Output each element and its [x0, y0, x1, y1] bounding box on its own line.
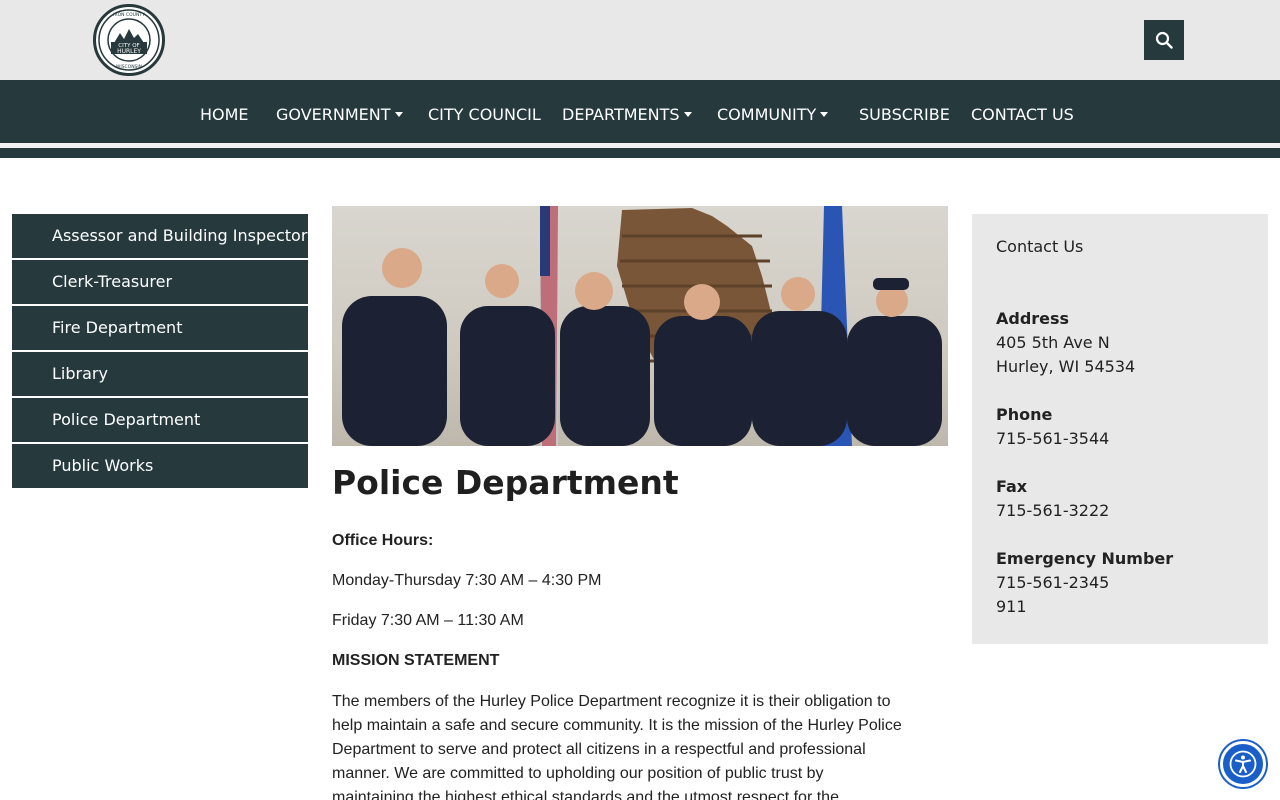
sidebar-item-fire-department[interactable]: Fire Department — [12, 306, 308, 350]
nav-subscribe[interactable]: SUBSCRIBE — [859, 104, 950, 126]
mission-line: maintaining the highest ethical standard… — [332, 789, 839, 800]
mission-line: Department to serve and protect all citi… — [332, 741, 866, 758]
nav-departments[interactable]: DEPARTMENTS — [562, 104, 692, 126]
nav-city-council-label: CITY COUNCIL — [428, 105, 541, 124]
search-icon — [1155, 31, 1173, 49]
nav-contact-us-label: CONTACT US — [971, 105, 1074, 124]
hours-weekday: Monday-Thursday 7:30 AM – 4:30 PM — [332, 572, 602, 589]
city-seal-icon: CITY OF HURLEY IRON COUNTY WISCONSIN — [98, 9, 160, 71]
chevron-down-icon — [394, 111, 403, 117]
chevron-down-icon — [820, 111, 829, 117]
sidebar-item-library[interactable]: Library — [12, 352, 308, 396]
mission-line: help maintain a safe and secure communit… — [332, 717, 902, 734]
nav-contact-us[interactable]: CONTACT US — [971, 104, 1074, 126]
mission-statement-text: The members of the Hurley Police Departm… — [332, 690, 948, 800]
address-label: Address — [996, 309, 1070, 328]
svg-text:IRON COUNTY: IRON COUNTY — [113, 12, 145, 18]
nav-home[interactable]: HOME — [200, 104, 249, 126]
phone-number[interactable]: 715-561-3544 — [996, 427, 1109, 451]
nav-government[interactable]: GOVERNMENT — [276, 104, 403, 126]
emergency-number[interactable]: 715-561-2345 — [996, 571, 1109, 595]
svg-text:WISCONSIN: WISCONSIN — [116, 64, 142, 70]
nav-government-label: GOVERNMENT — [276, 105, 391, 124]
police-team-photo — [332, 206, 948, 446]
accessibility-icon — [1229, 750, 1257, 778]
sidebar-item-public-works[interactable]: Public Works — [12, 444, 308, 488]
sidebar-item-police-department[interactable]: Police Department — [12, 398, 308, 442]
nav-underline — [0, 148, 1280, 158]
address-line2: Hurley, WI 54534 — [996, 357, 1136, 376]
nav-city-council[interactable]: CITY COUNCIL — [428, 104, 541, 126]
phone-label: Phone — [996, 405, 1053, 424]
mission-line: manner. We are committed to upholding ou… — [332, 765, 824, 782]
emergency-911[interactable]: 911 — [996, 595, 1027, 619]
hours-friday: Friday 7:30 AM – 11:30 AM — [332, 612, 524, 629]
office-hours-label: Office Hours: — [332, 532, 434, 549]
sidebar-item-clerk-treasurer[interactable]: Clerk-Treasurer — [12, 260, 308, 304]
nav-departments-label: DEPARTMENTS — [562, 105, 680, 124]
page-title: Police Department — [332, 463, 679, 502]
mission-statement-heading: MISSION STATEMENT — [332, 652, 500, 669]
svg-text:HURLEY: HURLEY — [117, 48, 141, 55]
chevron-down-icon — [683, 111, 692, 117]
address-line1: 405 5th Ave N — [996, 333, 1110, 352]
fax-number: 715-561-3222 — [996, 501, 1110, 520]
mission-line: The members of the Hurley Police Departm… — [332, 693, 891, 710]
nav-home-label: HOME — [200, 105, 249, 124]
nav-community-label: COMMUNITY — [717, 105, 817, 124]
fax-label: Fax — [996, 477, 1028, 496]
contact-heading: Contact Us — [996, 237, 1084, 256]
top-bar — [0, 0, 1280, 80]
city-logo[interactable]: CITY OF HURLEY IRON COUNTY WISCONSIN — [93, 4, 165, 76]
sidebar-item-assessor[interactable]: Assessor and Building Inspector — [12, 214, 308, 258]
emergency-label: Emergency Number — [996, 549, 1174, 568]
nav-community[interactable]: COMMUNITY — [717, 104, 829, 126]
accessibility-button[interactable] — [1220, 741, 1266, 787]
search-button[interactable] — [1144, 20, 1184, 60]
nav-subscribe-label: SUBSCRIBE — [859, 105, 950, 124]
